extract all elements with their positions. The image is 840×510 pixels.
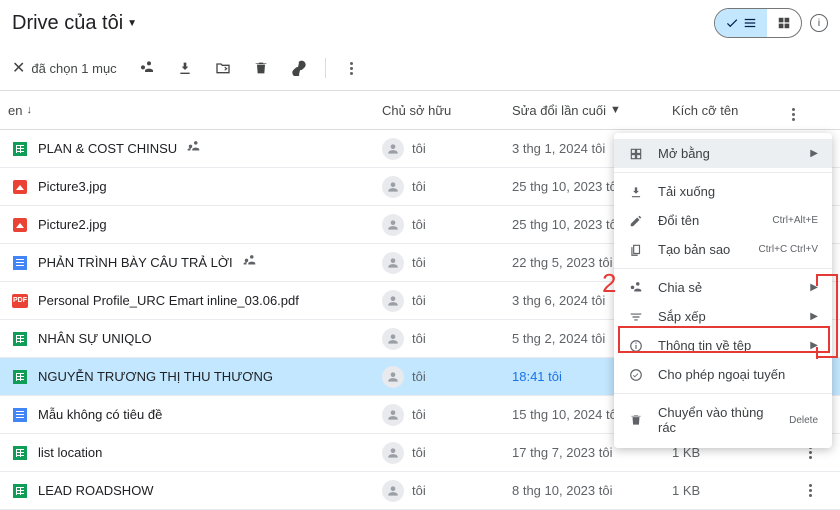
menu-download[interactable]: Tải xuống — [614, 177, 832, 206]
pdf-icon: PDF — [12, 293, 28, 309]
chevron-right-icon: ▶ — [810, 311, 818, 322]
file-owner: tôi — [382, 442, 512, 464]
avatar — [382, 442, 404, 464]
docs-icon — [12, 255, 28, 271]
sheets-icon — [12, 369, 28, 385]
docs-icon — [12, 407, 28, 423]
file-name: PLAN & COST CHINSU — [38, 141, 177, 156]
file-name: NGUYỄN TRƯƠNG THỊ THU THƯƠNG — [38, 369, 273, 384]
share-button[interactable] — [131, 52, 163, 84]
rename-icon — [628, 214, 644, 228]
offline-icon — [628, 368, 644, 382]
file-modified: 8 thg 10, 2023 tôi — [512, 483, 672, 498]
sheets-icon — [12, 445, 28, 461]
menu-offline[interactable]: Cho phép ngoại tuyến — [614, 360, 832, 389]
selection-toolbar: ✕ đã chọn 1 mục — [0, 46, 840, 91]
column-modified[interactable]: Sửa đổi lần cuối ▼ — [512, 103, 672, 118]
avatar — [382, 252, 404, 274]
sort-arrow-icon: ↓ — [26, 104, 32, 116]
chevron-right-icon: ▶ — [810, 148, 818, 159]
file-name: list location — [38, 445, 102, 460]
file-more-button[interactable] — [792, 484, 828, 497]
annotation-box-trash — [618, 326, 830, 353]
file-owner: tôi — [382, 176, 512, 198]
file-owner: tôi — [382, 366, 512, 388]
shared-icon — [243, 254, 257, 271]
avatar — [382, 366, 404, 388]
img-icon — [12, 217, 28, 233]
file-owner: tôi — [382, 252, 512, 274]
sheets-icon — [12, 331, 28, 347]
close-icon[interactable]: ✕ — [12, 58, 25, 78]
sheets-icon — [12, 141, 28, 157]
menu-trash[interactable]: Chuyển vào thùng rác Delete — [614, 398, 832, 442]
file-name: Mẫu không có tiêu đề — [38, 407, 162, 422]
img-icon — [12, 179, 28, 195]
file-name: LEAD ROADSHOW — [38, 483, 154, 498]
avatar — [382, 214, 404, 236]
more-actions-button[interactable] — [336, 52, 368, 84]
open-with-icon — [628, 147, 644, 161]
column-name[interactable]: en ↓ — [0, 103, 382, 118]
selection-count: đã chọn 1 mục — [31, 61, 116, 76]
share-icon — [628, 281, 644, 295]
file-owner: tôi — [382, 214, 512, 236]
menu-make-copy[interactable]: Tạo bản sao Ctrl+C Ctrl+V — [614, 235, 832, 264]
avatar — [382, 328, 404, 350]
view-toggle[interactable] — [714, 8, 802, 38]
link-button[interactable] — [283, 52, 315, 84]
move-button[interactable] — [207, 52, 239, 84]
file-name: Personal Profile_URC Emart inline_03.06.… — [38, 293, 299, 308]
file-row[interactable]: LEAD ROADSHOW tôi8 thg 10, 2023 tôi1 KB — [0, 472, 840, 510]
file-name: Picture3.jpg — [38, 179, 107, 194]
file-name: NHÂN SỰ UNIQLO — [38, 331, 152, 346]
column-size[interactable]: Kích cỡ tên — [672, 103, 792, 118]
sort-icon — [628, 310, 644, 324]
annotation-box-more — [818, 274, 838, 358]
file-owner: tôi — [382, 480, 512, 502]
avatar — [382, 176, 404, 198]
table-header: en ↓ Chủ sở hữu Sửa đổi lần cuối ▼ Kích … — [0, 91, 840, 130]
info-icon[interactable]: i — [810, 14, 828, 32]
file-owner: tôi — [382, 290, 512, 312]
download-button[interactable] — [169, 52, 201, 84]
chevron-down-icon: ▼ — [127, 18, 137, 29]
menu-open-with[interactable]: Mở bằng ▶ — [614, 139, 832, 168]
file-owner: tôi — [382, 404, 512, 426]
column-owner[interactable]: Chủ sở hữu — [382, 103, 512, 118]
context-menu: Mở bằng ▶ Tải xuống Đổi tên Ctrl+Alt+E T… — [614, 133, 832, 448]
file-name: Picture2.jpg — [38, 217, 107, 232]
file-name: PHẢN TRÌNH BÀY CÂU TRẢ LỜI — [38, 255, 233, 270]
avatar — [382, 290, 404, 312]
list-view-button[interactable] — [715, 9, 767, 37]
title-text: Drive của tôi — [12, 12, 123, 35]
avatar — [382, 480, 404, 502]
file-owner: tôi — [382, 138, 512, 160]
menu-share[interactable]: Chia sẻ ▶ — [614, 273, 832, 302]
menu-rename[interactable]: Đổi tên Ctrl+Alt+E — [614, 206, 832, 235]
trash-icon — [628, 413, 644, 427]
sheets-icon — [12, 483, 28, 499]
annotation-number: 2 — [602, 268, 616, 299]
download-icon — [628, 185, 644, 199]
copy-icon — [628, 243, 644, 257]
page-title[interactable]: Drive của tôi ▼ — [12, 12, 137, 35]
file-owner: tôi — [382, 328, 512, 350]
grid-view-button[interactable] — [767, 9, 801, 37]
chevron-down-icon: ▼ — [610, 104, 621, 116]
delete-button[interactable] — [245, 52, 277, 84]
avatar — [382, 138, 404, 160]
file-size: 1 KB — [672, 483, 792, 498]
column-more[interactable] — [792, 99, 828, 121]
avatar — [382, 404, 404, 426]
shared-icon — [187, 140, 201, 157]
